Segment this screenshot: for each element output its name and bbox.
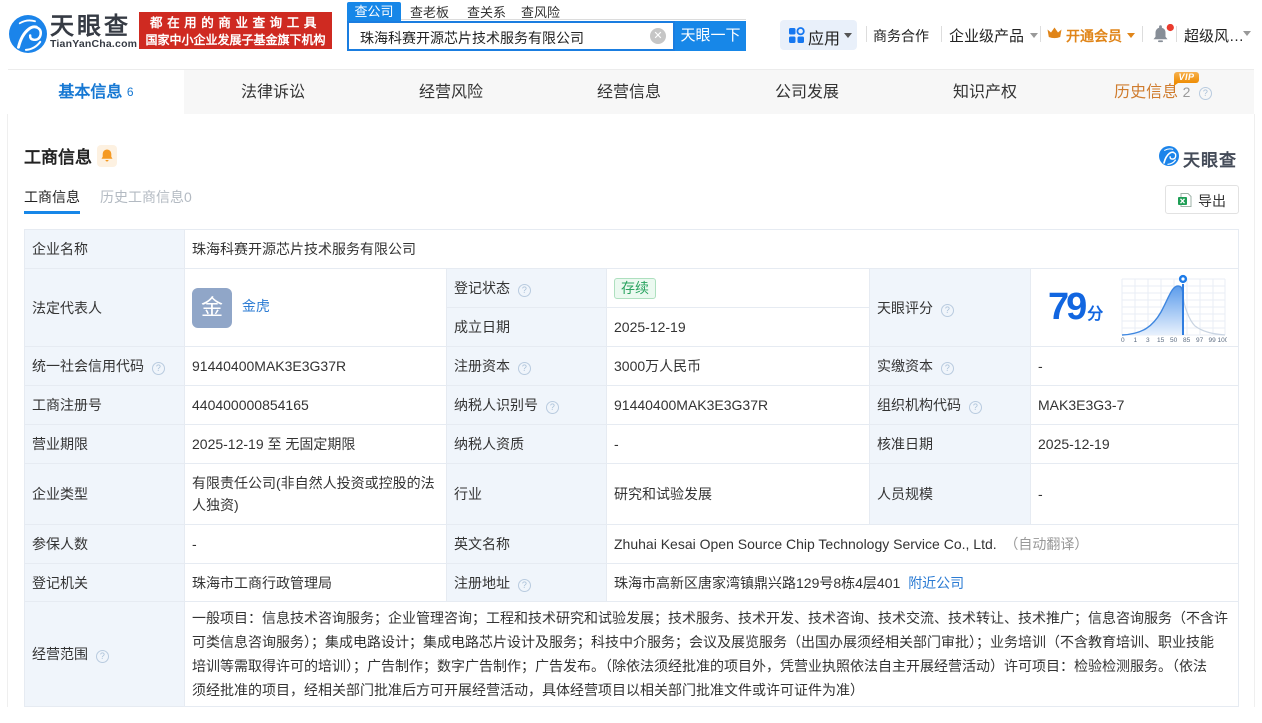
svg-text:97: 97	[1196, 337, 1204, 344]
svg-text:85: 85	[1183, 337, 1191, 344]
svg-text:50: 50	[1170, 337, 1178, 344]
svg-text:99: 99	[1209, 337, 1217, 344]
svg-text:1: 1	[1134, 337, 1138, 344]
svg-text:15: 15	[1157, 337, 1165, 344]
svg-text:0: 0	[1121, 337, 1125, 344]
svg-text:100: 100	[1218, 337, 1228, 344]
svg-text:3: 3	[1146, 337, 1150, 344]
